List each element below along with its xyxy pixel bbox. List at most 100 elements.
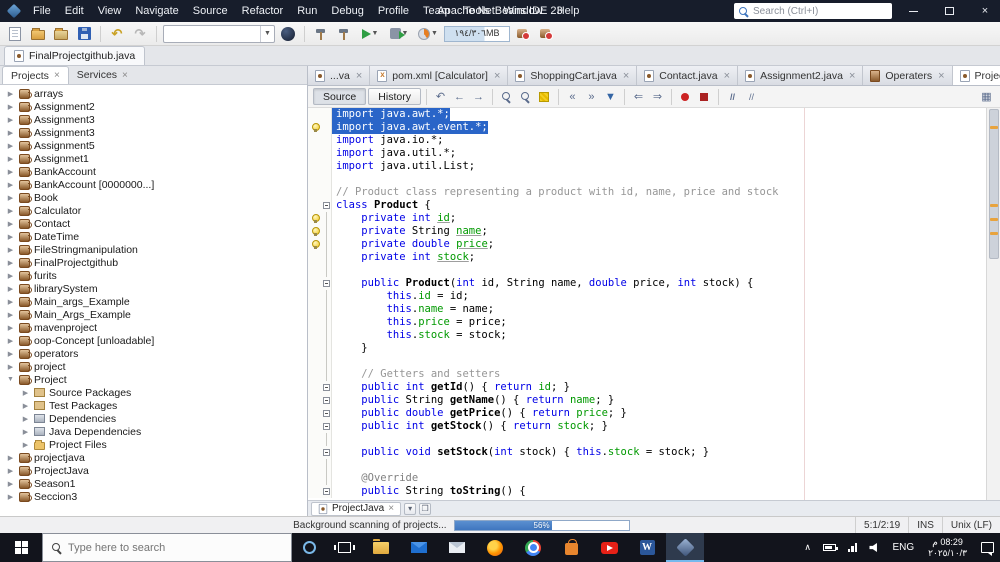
toggle-bookmark-button[interactable]: ▼ [602,88,619,105]
memory-indicator[interactable]: ١٩٤/٣٠٦MB [444,25,510,42]
chevron-down-icon[interactable]: ▼ [6,376,15,383]
code-line[interactable]: import java.util.List; [308,160,986,173]
minimize-button[interactable] [898,0,928,22]
tree-item[interactable]: ▶ librarySystem [0,282,307,295]
tree-item[interactable]: ▶ Java Dependencies [0,425,307,438]
editor-tab[interactable]: ShoppingCart.java × [508,66,638,85]
profile-project-button[interactable]: ▼ [415,24,441,44]
error-stripe-mark[interactable] [990,218,998,221]
new-file-button[interactable] [5,24,25,44]
close-icon[interactable]: × [122,70,128,81]
code-line[interactable]: // Product class representing a product … [308,186,986,199]
project-configuration-combo[interactable]: ▼ [163,24,275,43]
bottom-editor-tab[interactable]: ProjectJava × [311,501,402,516]
code-line[interactable]: public String getName() { return name; } [308,394,986,407]
code-line[interactable]: this.name = name; [308,303,986,316]
tree-item[interactable]: ▶ projectjava [0,451,307,464]
debug-project-button[interactable]: ▼ [386,24,412,44]
chevron-right-icon[interactable]: ▶ [6,220,15,228]
chevron-right-icon[interactable]: ▶ [6,142,15,150]
hint-bulb-icon[interactable] [311,123,320,132]
tree-item[interactable]: ▶ Assignment3 [0,113,307,126]
code-line[interactable]: public void setStock(int stock) { this.s… [308,446,986,459]
error-stripe-mark[interactable] [990,232,998,235]
tree-item[interactable]: ▶ Calculator [0,204,307,217]
menu-file[interactable]: File [26,0,58,22]
menu-team[interactable]: Team [416,0,457,22]
taskbar-app-firefox[interactable] [476,533,514,562]
tree-item[interactable]: ▶ mavenproject [0,321,307,334]
menu-run[interactable]: Run [290,0,324,22]
tree-item[interactable]: ▶ Book [0,191,307,204]
comment-button[interactable]: // [724,88,741,105]
close-icon[interactable]: × [494,70,500,82]
tree-item[interactable]: ▶ Source Packages [0,386,307,399]
set-configuration-button[interactable] [278,24,298,44]
maximize-button[interactable] [934,0,964,22]
menu-source[interactable]: Source [186,0,235,22]
code-fold-icon[interactable] [323,488,330,495]
chevron-right-icon[interactable]: ▶ [6,129,15,137]
forward-button[interactable]: → [470,88,487,105]
tree-item[interactable]: ▶ project [0,360,307,373]
clock[interactable]: 08:29 م ٢٠٢٥/١٠/٣ [920,537,975,558]
chevron-right-icon[interactable]: ▶ [6,467,15,475]
menu-window[interactable]: Window [497,0,550,22]
line-ending-indicator[interactable]: Unix (LF) [941,517,1000,533]
chevron-right-icon[interactable]: ▶ [6,480,15,488]
open-project-button[interactable] [51,24,71,44]
close-icon[interactable]: × [388,503,394,514]
tree-item[interactable]: ▶ BankAccount [0,165,307,178]
tree-item[interactable]: ▶ furits [0,269,307,282]
code-line[interactable]: this.price = price; [308,316,986,329]
tree-item[interactable]: ▶ Dependencies [0,412,307,425]
insert-mode-indicator[interactable]: INS [908,517,942,533]
chevron-right-icon[interactable]: ▶ [6,90,15,98]
taskbar-search-input[interactable] [68,541,282,554]
shift-line-right-button[interactable]: ⇒ [649,88,666,105]
menu-refactor[interactable]: Refactor [235,0,291,22]
run-project-button[interactable]: ▼ [357,24,383,44]
next-bookmark-button[interactable]: » [583,88,600,105]
menu-navigate[interactable]: Navigate [128,0,185,22]
close-icon[interactable]: × [623,70,629,82]
code-line[interactable]: import java.awt.event.*; [308,121,986,134]
tree-item[interactable]: ▶ Assignmet1 [0,152,307,165]
code-line[interactable]: private double price; [308,238,986,251]
chevron-right-icon[interactable]: ▶ [6,454,15,462]
chevron-right-icon[interactable]: ▶ [6,259,15,267]
taskbar-app-outlook[interactable] [438,533,476,562]
chevron-right-icon[interactable]: ▶ [6,116,15,124]
error-stripe-mark[interactable] [990,126,998,129]
code-line[interactable] [308,459,986,472]
chevron-right-icon[interactable]: ▶ [21,441,30,449]
taskbar-app-word[interactable]: W [628,533,666,562]
sidebar-tab-projects[interactable]: Projects × [2,66,69,84]
editor-tab[interactable]: pom.xml [Calculator] × [370,66,509,85]
code-fold-icon[interactable] [323,410,330,417]
tree-item[interactable]: ▶ Contact [0,217,307,230]
code-line[interactable]: // Getters and setters [308,368,986,381]
editor-tab[interactable]: ...va × [308,66,371,85]
show-hidden-icons-button[interactable]: ∧ [798,533,817,562]
start-macro-button[interactable] [677,88,694,105]
menu-profile[interactable]: Profile [371,0,416,22]
battery-status[interactable] [817,533,842,562]
chevron-right-icon[interactable]: ▶ [6,363,15,371]
last-edit-position-button[interactable]: ↶ [432,88,449,105]
chevron-right-icon[interactable]: ▶ [6,493,15,501]
profile-point-button[interactable] [513,24,533,44]
code-line[interactable]: public double getPrice() { return price;… [308,407,986,420]
taskbar-app-chrome[interactable] [514,533,552,562]
vertical-scrollbar[interactable] [986,108,1000,500]
code-line[interactable]: private int stock; [308,251,986,264]
shift-line-left-button[interactable]: ⇐ [630,88,647,105]
menu-help[interactable]: Help [550,0,587,22]
scrollbar-thumb[interactable] [989,109,999,259]
toggle-highlight-button[interactable] [536,88,553,105]
hint-bulb-icon[interactable] [311,240,320,249]
tree-item[interactable]: ▶ operators [0,347,307,360]
clean-build-button[interactable] [334,24,354,44]
chevron-right-icon[interactable]: ▶ [6,350,15,358]
undo-button[interactable]: ↶ [107,24,127,44]
